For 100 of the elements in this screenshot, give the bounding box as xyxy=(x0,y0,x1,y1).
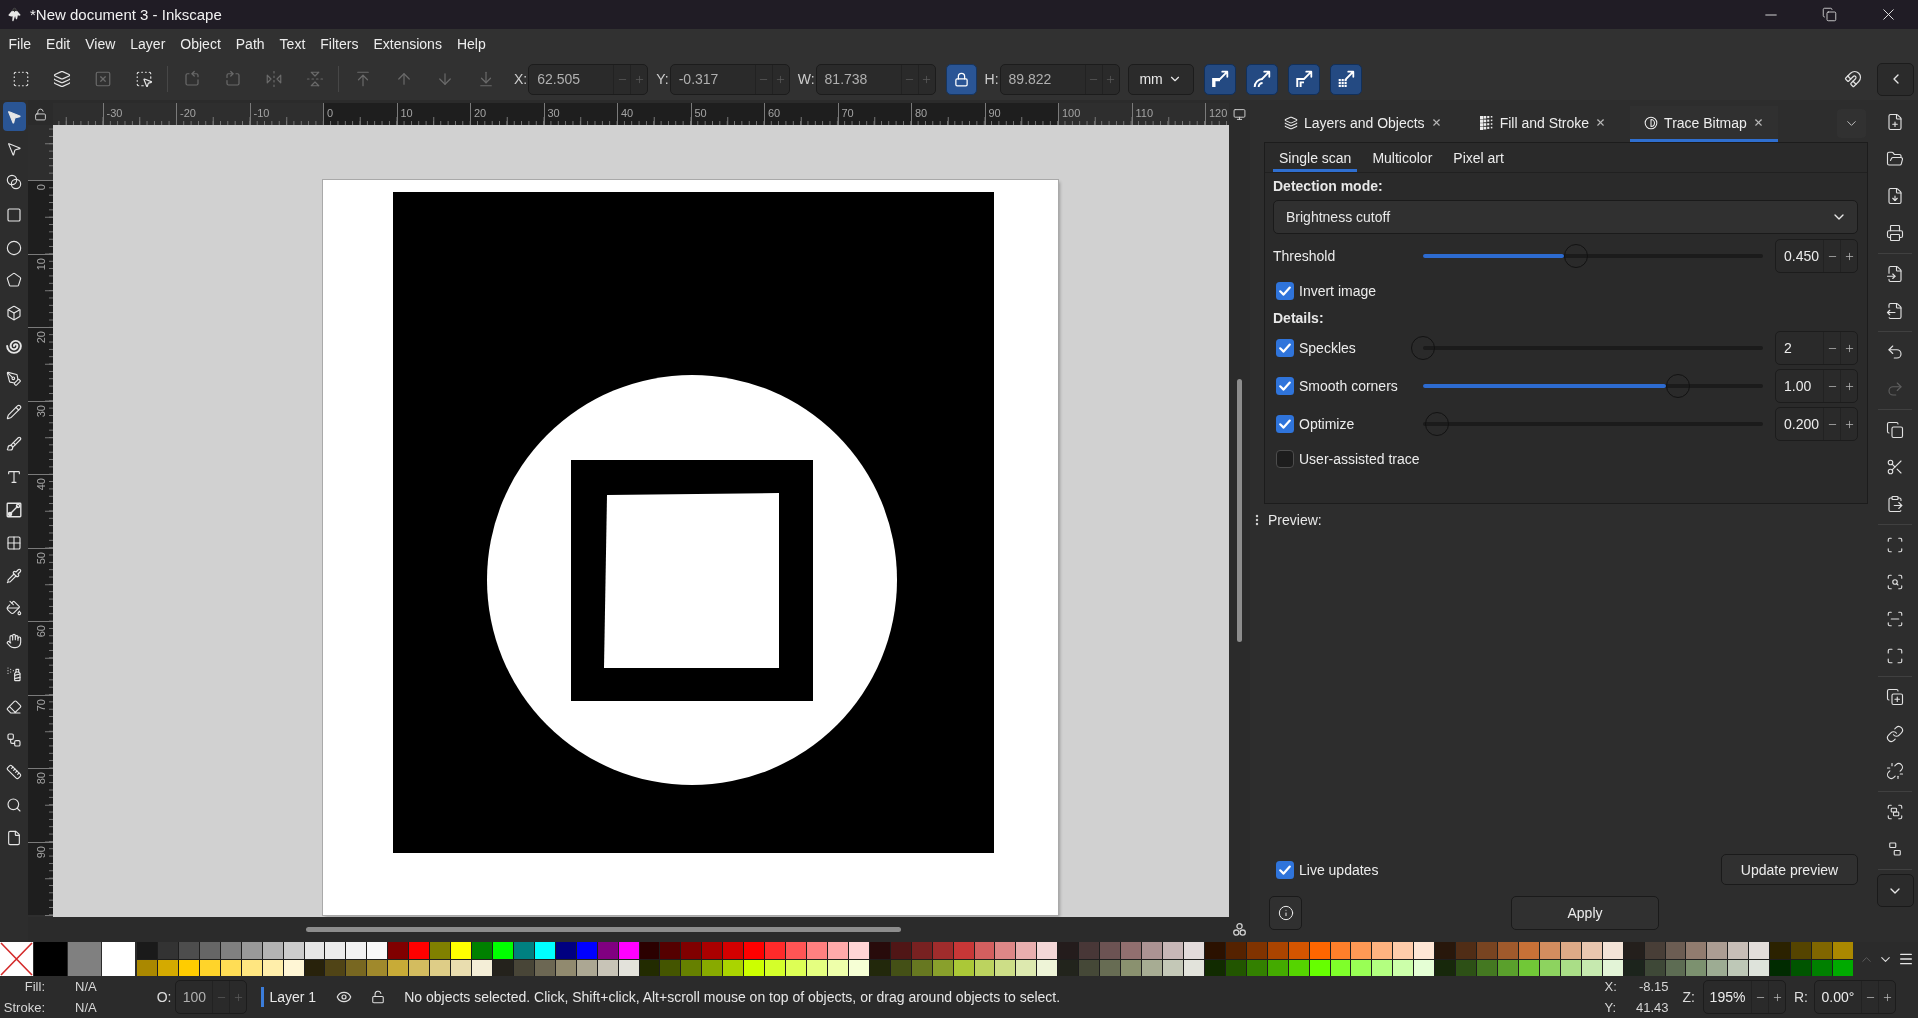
checkbox[interactable] xyxy=(1276,415,1294,433)
color-swatch[interactable] xyxy=(1833,959,1853,976)
plus-icon[interactable] xyxy=(1843,342,1855,354)
color-swatch[interactable] xyxy=(1288,942,1309,959)
checkbox[interactable] xyxy=(1276,339,1294,357)
color-swatch[interactable] xyxy=(1246,942,1267,959)
color-swatch[interactable] xyxy=(1183,942,1204,959)
option-label[interactable]: Smooth corners xyxy=(1299,378,1398,394)
color-swatch[interactable] xyxy=(199,942,220,959)
color-swatch[interactable] xyxy=(241,942,262,959)
color-swatch[interactable] xyxy=(1539,942,1560,959)
color-swatch[interactable] xyxy=(1163,942,1183,959)
option-label[interactable]: User-assisted trace xyxy=(1299,451,1420,467)
color-swatch[interactable] xyxy=(765,959,786,976)
scissors-icon[interactable] xyxy=(1886,458,1904,476)
more-button[interactable] xyxy=(1876,874,1914,907)
color-swatch[interactable] xyxy=(1602,959,1623,976)
color-swatch[interactable] xyxy=(534,942,555,959)
unlink-icon[interactable] xyxy=(1886,762,1904,780)
color-swatch[interactable] xyxy=(681,959,702,976)
spin-field[interactable]: 0.200 xyxy=(1775,407,1858,441)
color-swatch[interactable] xyxy=(346,959,367,976)
color-swatch[interactable] xyxy=(1456,942,1477,959)
spin-field[interactable]: 0.450 xyxy=(1775,239,1858,273)
color-swatch[interactable] xyxy=(1707,942,1728,959)
color-swatch[interactable] xyxy=(660,942,681,959)
color-swatch[interactable] xyxy=(1100,942,1121,959)
color-swatch[interactable] xyxy=(388,959,409,976)
color-swatch[interactable] xyxy=(555,942,576,959)
color-swatch[interactable] xyxy=(995,959,1016,976)
menu-item[interactable]: Layer xyxy=(122,31,173,56)
info-button[interactable] xyxy=(1269,896,1302,930)
color-swatch[interactable] xyxy=(178,942,199,959)
color-swatch[interactable] xyxy=(262,959,283,976)
color-swatch[interactable] xyxy=(786,959,807,976)
scan-frame-icon[interactable] xyxy=(1886,536,1904,554)
color-swatch[interactable] xyxy=(1163,959,1183,976)
option-label[interactable]: Speckles xyxy=(1299,340,1356,356)
color-swatch[interactable] xyxy=(1372,959,1393,976)
dashed-square-icon[interactable] xyxy=(11,70,30,88)
color-swatch[interactable] xyxy=(1812,959,1833,976)
color-swatch[interactable] xyxy=(1749,959,1770,976)
color-swatch[interactable] xyxy=(451,942,471,959)
color-swatch[interactable] xyxy=(1351,959,1372,976)
file-down-icon[interactable] xyxy=(1886,187,1904,205)
color-swatch[interactable] xyxy=(1602,942,1623,959)
color-swatch[interactable] xyxy=(974,959,995,976)
link-icon[interactable] xyxy=(1886,725,1904,743)
close-icon[interactable] xyxy=(1752,117,1764,128)
color-swatch[interactable] xyxy=(1016,942,1037,959)
color-swatch[interactable] xyxy=(828,942,848,959)
color-swatch[interactable] xyxy=(492,942,513,959)
color-swatch[interactable] xyxy=(388,942,409,959)
menu-item[interactable]: View xyxy=(77,31,123,56)
undo-icon[interactable] xyxy=(1886,343,1904,361)
color-swatch[interactable] xyxy=(744,942,765,959)
file-plus-icon[interactable] xyxy=(1886,113,1904,131)
plus-icon[interactable] xyxy=(1843,250,1855,262)
color-swatch[interactable] xyxy=(1749,942,1770,959)
option-label[interactable]: Live updates xyxy=(1299,861,1379,878)
mode-tab[interactable]: Single scan xyxy=(1273,143,1358,172)
color-swatch[interactable] xyxy=(513,942,534,959)
option-label[interactable]: Invert image xyxy=(1299,283,1377,299)
color-swatch[interactable] xyxy=(1121,942,1142,959)
dock-tab[interactable]: Layers and Objects xyxy=(1270,106,1456,142)
color-swatch[interactable] xyxy=(1225,942,1246,959)
color-swatch[interactable] xyxy=(492,959,513,976)
color-swatch[interactable] xyxy=(137,942,157,959)
color-swatch[interactable] xyxy=(1560,942,1581,959)
color-swatch[interactable] xyxy=(1644,942,1665,959)
color-swatch[interactable] xyxy=(1581,959,1602,976)
color-swatch[interactable] xyxy=(1142,942,1162,959)
color-swatch[interactable] xyxy=(1518,942,1539,959)
mode-tab[interactable]: Multicolor xyxy=(1366,143,1439,172)
slider-track[interactable] xyxy=(1423,254,1763,258)
update-preview-button[interactable]: Update preview xyxy=(1721,854,1858,885)
color-swatch[interactable] xyxy=(1246,959,1267,976)
close-icon[interactable] xyxy=(1595,117,1607,128)
menu-item[interactable]: File xyxy=(1,31,39,56)
color-swatch[interactable] xyxy=(157,959,178,976)
color-swatch[interactable] xyxy=(807,942,827,959)
color-swatch[interactable] xyxy=(932,959,953,976)
color-swatch[interactable] xyxy=(1435,959,1456,976)
restore-icon[interactable] xyxy=(1822,7,1837,22)
color-swatch[interactable] xyxy=(1393,942,1414,959)
menu-item[interactable]: Object xyxy=(172,31,229,56)
color-swatch[interactable] xyxy=(1225,959,1246,976)
file-import-icon[interactable] xyxy=(1886,265,1904,283)
color-swatch[interactable] xyxy=(1581,942,1602,959)
checkbox[interactable] xyxy=(1276,377,1294,395)
spin-field[interactable]: 0.00° xyxy=(1814,980,1896,1014)
color-swatch[interactable] xyxy=(472,959,492,976)
scan-line-icon[interactable] xyxy=(1886,610,1904,628)
color-swatch[interactable] xyxy=(597,942,618,959)
plus-icon[interactable] xyxy=(1843,418,1855,430)
color-swatch[interactable] xyxy=(890,959,911,976)
color-swatch[interactable] xyxy=(1686,942,1707,959)
color-swatch[interactable] xyxy=(1393,959,1414,976)
color-swatch[interactable] xyxy=(1058,959,1079,976)
color-swatch[interactable] xyxy=(1623,942,1644,959)
